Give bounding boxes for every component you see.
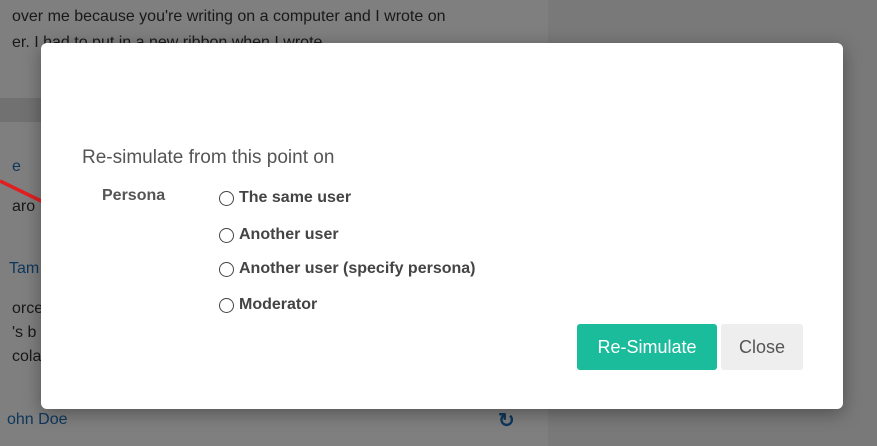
radio-option-another-user[interactable]: Another user <box>219 224 339 246</box>
radio-option-label: Moderator <box>239 296 318 313</box>
radio-option-moderator[interactable]: Moderator <box>219 294 317 316</box>
radio-button-icon[interactable] <box>219 261 234 277</box>
radio-button-icon[interactable] <box>219 297 234 313</box>
radio-option-label: Another user (specify persona) <box>239 260 476 277</box>
persona-label: Persona <box>102 187 166 204</box>
resimulate-dialog: Re-simulate from this point on Persona T… <box>41 43 843 409</box>
close-button[interactable]: Close <box>721 324 803 370</box>
radio-option-label: The same user <box>239 189 352 206</box>
radio-option-same-user[interactable]: The same user <box>219 187 351 209</box>
radio-button-icon[interactable] <box>219 190 234 206</box>
radio-button-icon[interactable] <box>219 227 234 243</box>
radio-option-label: Another user <box>239 226 339 243</box>
radio-option-specify-persona[interactable]: Another user (specify persona) <box>219 258 476 280</box>
dialog-title: Re-simulate from this point on <box>82 147 335 168</box>
resimulate-button[interactable]: Re-Simulate <box>577 324 717 370</box>
